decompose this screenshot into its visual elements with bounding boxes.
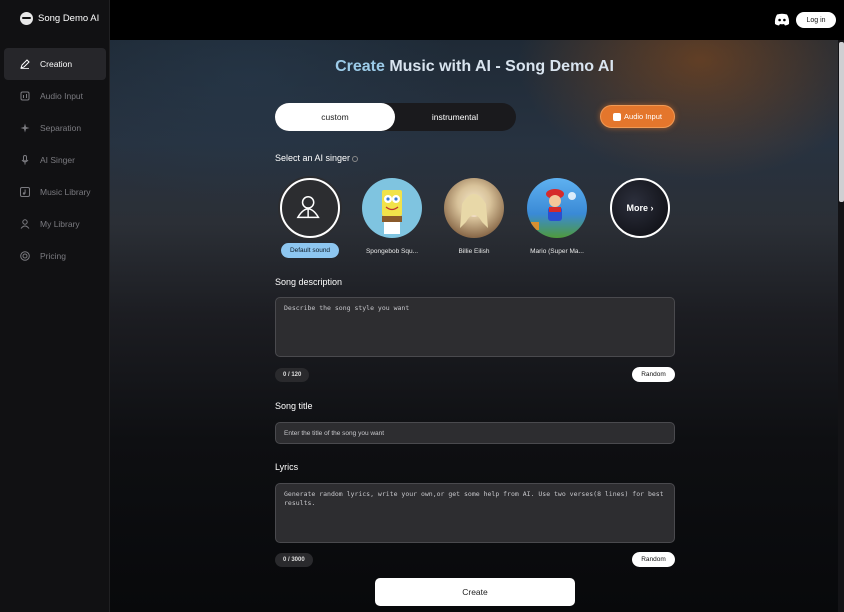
random-lyrics-button[interactable]: Random — [632, 552, 675, 567]
tab-instrumental[interactable]: instrumental — [395, 103, 515, 131]
sidebar-item-label: Creation — [40, 59, 73, 69]
song-description-input[interactable]: Describe the song style you want — [275, 297, 675, 357]
sidebar-item-audio-input[interactable]: Audio Input — [4, 80, 106, 112]
random-description-button[interactable]: Random — [632, 367, 675, 382]
logo-icon — [20, 12, 33, 25]
sidebar-item-my-library[interactable]: My Library — [4, 208, 106, 240]
pricing-icon — [20, 251, 30, 261]
sidebar-item-label: Music Library — [40, 187, 91, 197]
user-icon — [20, 219, 30, 229]
person-icon — [296, 196, 320, 219]
app-logo[interactable]: Song Demo AI — [20, 12, 99, 25]
app-name: Song Demo AI — [38, 13, 100, 24]
create-button[interactable]: Create — [375, 578, 575, 606]
sidebar-item-ai-singer[interactable]: AI Singer — [4, 144, 106, 176]
select-singer-heading: Select an AI singer — [275, 153, 359, 163]
song-title-label: Song title — [275, 401, 313, 411]
scrollbar-thumb[interactable] — [839, 42, 844, 202]
login-button[interactable]: Log in — [796, 12, 836, 28]
sidebar-item-creation[interactable]: Creation — [4, 48, 106, 80]
pencil-icon — [20, 59, 30, 69]
top-bar: Log in — [110, 0, 844, 40]
help-icon[interactable] — [352, 155, 359, 162]
lyrics-char-counter: 0 / 3000 — [275, 553, 313, 567]
sidebar-item-label: Audio Input — [40, 91, 84, 101]
audio-file-icon — [613, 112, 622, 121]
side-nav: Creation Audio Input Separation AI Singe… — [4, 48, 106, 272]
sidebar-item-pricing[interactable]: Pricing — [4, 240, 106, 272]
singer-spongebob[interactable]: Spongebob Squ... — [361, 178, 423, 255]
sidebar-item-label: My Library — [40, 219, 80, 229]
song-title-input[interactable]: Enter the title of the song you want — [275, 422, 675, 444]
default-singer-avatar — [280, 178, 340, 238]
lyrics-label: Lyrics — [275, 462, 299, 472]
more-singers-avatar: More › — [610, 178, 670, 238]
sidebar-item-separation[interactable]: Separation — [4, 112, 106, 144]
singer-mario[interactable]: Mario (Super Ma... — [526, 178, 588, 255]
microphone-icon — [20, 155, 30, 165]
sidebar-item-music-library[interactable]: Music Library — [4, 176, 106, 208]
mode-toggle: custom instrumental — [275, 103, 516, 131]
singer-more[interactable]: More › — [609, 178, 671, 238]
singer-label: Default sound — [280, 243, 340, 258]
more-label: More › — [626, 203, 654, 213]
page-title: Create Music with AI - Song Demo AI — [110, 58, 839, 76]
description-char-counter: 0 / 120 — [275, 368, 310, 382]
page-title-rest: Music with AI - Song Demo AI — [384, 58, 614, 75]
discord-icon[interactable] — [774, 13, 790, 26]
audio-input-label: Audio Input — [624, 112, 662, 121]
sidebar: Song Demo AI Creation Audio Input Separa… — [0, 0, 110, 612]
lyrics-input[interactable]: Generate random lyrics, write your own,o… — [275, 483, 675, 543]
audio-input-button[interactable]: Audio Input — [600, 105, 675, 128]
singer-label: Spongebob Squ... — [365, 248, 419, 255]
billie-eilish-avatar — [444, 178, 504, 238]
sidebar-item-label: Pricing — [40, 251, 66, 261]
audio-file-icon — [20, 91, 30, 101]
singer-label: Billie Eilish — [458, 248, 490, 255]
main-content: Create Music with AI - Song Demo AI cust… — [110, 40, 844, 612]
mario-avatar — [527, 178, 587, 238]
spongebob-avatar — [362, 178, 422, 238]
chevron-right-icon: › — [650, 203, 654, 213]
separation-icon — [20, 123, 30, 133]
song-description-label: Song description — [275, 277, 343, 287]
sidebar-item-label: AI Singer — [40, 155, 75, 165]
music-library-icon — [20, 187, 30, 197]
page-title-accent: Create — [335, 58, 385, 75]
singer-label: Mario (Super Ma... — [530, 248, 584, 255]
sidebar-item-label: Separation — [40, 123, 82, 133]
tab-custom[interactable]: custom — [275, 103, 395, 131]
singer-billie-eilish[interactable]: Billie Eilish — [443, 178, 505, 255]
select-singer-label: Select an AI singer — [275, 153, 351, 163]
singer-default[interactable]: Default sound — [279, 178, 341, 263]
